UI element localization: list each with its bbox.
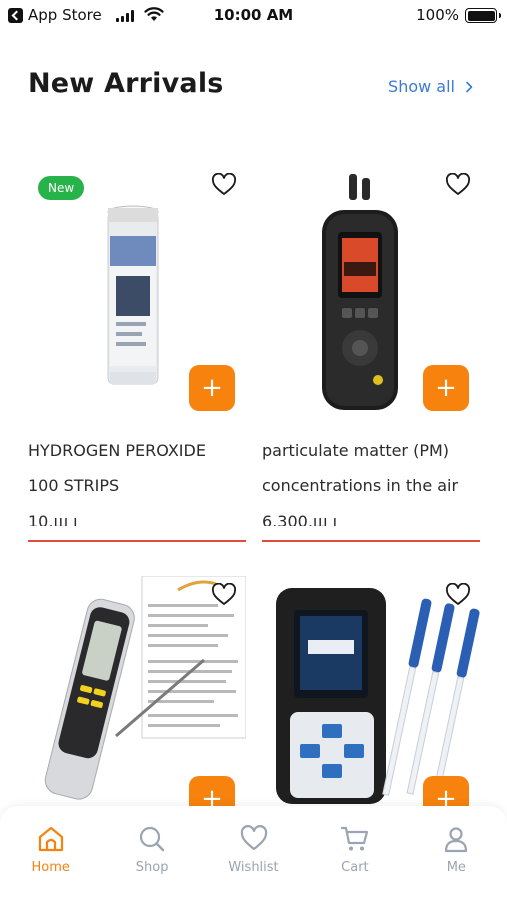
product-title-line2[interactable]: 100 STRIPS [28, 468, 246, 503]
status-bar: App Store 10:00 AM 100% [0, 0, 507, 32]
tab-label: Home [31, 860, 70, 875]
show-all-label: Show all [388, 77, 455, 96]
battery-icon [465, 8, 501, 23]
product-price: 6,300,ш ı [262, 512, 338, 526]
tab-me[interactable]: Me [406, 806, 507, 900]
add-to-cart-button[interactable]: + [189, 365, 235, 411]
tab-shop[interactable]: Shop [101, 806, 202, 900]
favorite-heart-icon[interactable] [445, 583, 471, 607]
cart-icon [340, 826, 369, 851]
favorite-heart-icon[interactable] [211, 583, 237, 607]
product-title-line1[interactable]: particulate matter (PM) [262, 433, 480, 468]
card-divider [28, 540, 246, 542]
tab-cart[interactable]: Cart [304, 806, 405, 900]
search-icon [140, 826, 165, 852]
tab-label: Cart [341, 860, 369, 875]
user-icon [445, 827, 468, 853]
favorite-heart-icon[interactable] [211, 173, 237, 197]
tab-home[interactable]: Home [0, 806, 101, 900]
battery-percentage: 100% [416, 6, 459, 24]
chevron-right-icon [466, 81, 473, 92]
tab-label: Shop [135, 860, 169, 875]
heart-icon [240, 825, 267, 851]
product-title-line1[interactable]: HYDROGEN PEROXIDE [28, 433, 246, 468]
show-all-link[interactable]: Show all [388, 77, 475, 96]
product-price: 10,ш ı [28, 512, 78, 526]
product-title-line2[interactable]: concentrations in the air [262, 468, 480, 503]
page-title: New Arrivals [28, 68, 224, 99]
tab-label: Me [446, 860, 466, 875]
card-divider [262, 540, 480, 542]
new-badge: New [38, 176, 85, 200]
favorite-heart-icon[interactable] [445, 173, 471, 197]
tab-wishlist[interactable]: Wishlist [203, 806, 304, 900]
home-icon [38, 826, 63, 852]
bottom-tab-bar: Home Shop Wishlist Cart Me [0, 806, 507, 900]
tab-label: Wishlist [228, 860, 279, 875]
add-to-cart-button[interactable]: + [423, 365, 469, 411]
